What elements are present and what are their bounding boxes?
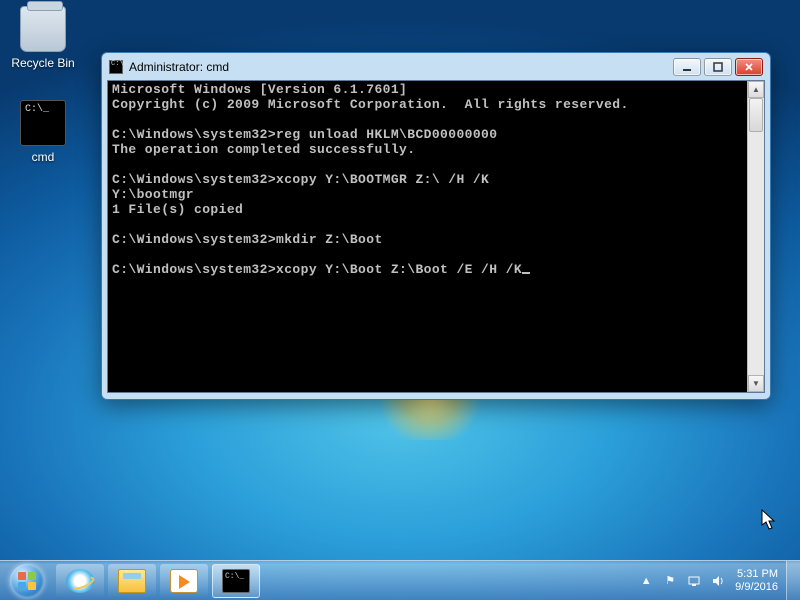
terminal-client: Microsoft Windows [Version 6.1.7601] Cop… (107, 80, 765, 393)
titlebar[interactable]: Administrator: cmd (107, 58, 765, 80)
terminal-output[interactable]: Microsoft Windows [Version 6.1.7601] Cop… (108, 81, 747, 392)
play-icon (170, 569, 198, 593)
minimize-button[interactable] (673, 58, 701, 76)
taskbar-mediaplayer-button[interactable] (160, 564, 208, 598)
terminal-icon (222, 569, 250, 593)
recycle-bin-label: Recycle Bin (6, 56, 80, 70)
window-buttons (673, 58, 763, 76)
window-title: Administrator: cmd (129, 60, 667, 74)
scrollbar[interactable]: ▲ ▼ (747, 81, 764, 392)
clock[interactable]: 5:31 PM 9/9/2016 (735, 568, 780, 594)
terminal-icon (20, 100, 66, 146)
taskbar[interactable]: ▲ ⚑ 5:31 PM 9/9/2016 (0, 560, 800, 600)
volume-icon[interactable] (711, 574, 725, 588)
folder-icon (118, 569, 146, 593)
clock-time: 5:31 PM (735, 568, 778, 581)
window-icon (109, 60, 123, 74)
ie-icon (66, 569, 94, 593)
clock-date: 9/9/2016 (735, 581, 778, 594)
maximize-button[interactable] (704, 58, 732, 76)
flag-icon[interactable]: ⚑ (663, 574, 677, 588)
cmd-shortcut-label: cmd (6, 150, 80, 164)
taskbar-ie-button[interactable] (56, 564, 104, 598)
cmd-window[interactable]: Administrator: cmd Microsoft Windows [Ve… (101, 52, 771, 400)
cmd-shortcut-icon[interactable]: cmd (6, 100, 80, 164)
mouse-cursor-icon (761, 509, 777, 531)
minimize-icon (682, 62, 692, 72)
taskbar-cmd-button[interactable] (212, 564, 260, 598)
scroll-thumb[interactable] (749, 98, 763, 132)
desktop[interactable]: Recycle Bin cmd Administrator: cmd Micro… (0, 0, 800, 600)
close-button[interactable] (735, 58, 763, 76)
tray-overflow-icon[interactable]: ▲ (639, 574, 653, 588)
trash-icon (20, 6, 66, 52)
scroll-track[interactable] (748, 98, 764, 375)
maximize-icon (713, 62, 723, 72)
recycle-bin-icon[interactable]: Recycle Bin (6, 6, 80, 70)
taskbar-explorer-button[interactable] (108, 564, 156, 598)
windows-orb-icon (10, 564, 44, 598)
scroll-up-button[interactable]: ▲ (748, 81, 764, 98)
close-icon (744, 62, 754, 72)
start-button[interactable] (0, 561, 54, 600)
scroll-down-button[interactable]: ▼ (748, 375, 764, 392)
show-desktop-button[interactable] (786, 561, 800, 600)
system-tray[interactable]: ▲ ⚑ 5:31 PM 9/9/2016 (629, 568, 786, 594)
network-icon[interactable] (687, 574, 701, 588)
